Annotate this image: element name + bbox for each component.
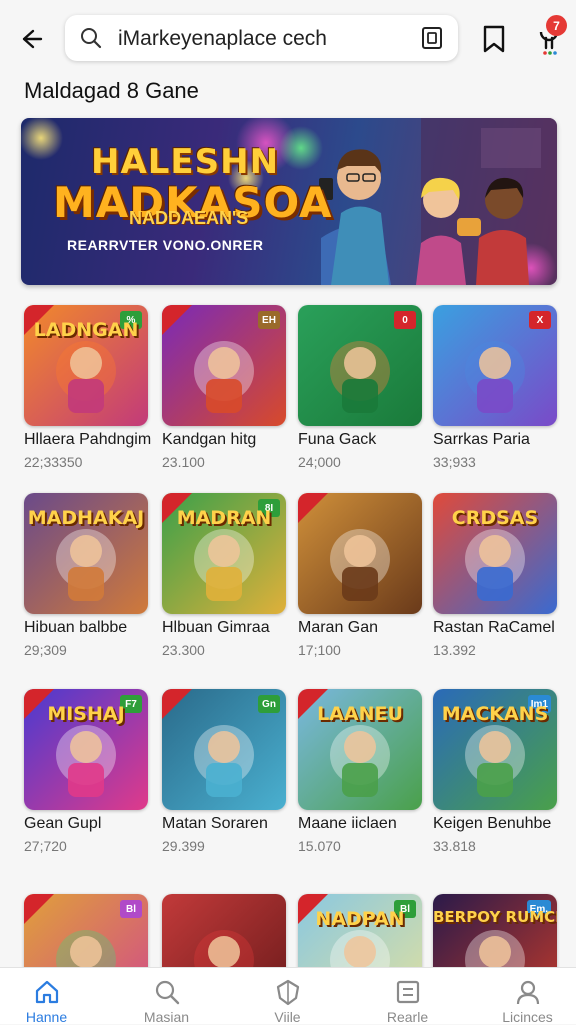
game-name[interactable]: Funa Gack [298, 431, 376, 449]
nav-label: Viile [274, 1009, 301, 1025]
game-art-title: LAANEU [317, 703, 403, 725]
game-art-title: NADPAN [315, 908, 405, 930]
game-name[interactable]: Hibuan balbbe [24, 619, 127, 637]
game-download-count: 17;100 [298, 642, 341, 658]
nav-label: Licinces [502, 1009, 553, 1025]
profile-icon [516, 980, 540, 1005]
scan-icon[interactable] [420, 26, 444, 50]
game-download-count: 22;33350 [24, 454, 83, 470]
game-download-count: 29;309 [24, 642, 67, 658]
game-tag-badge: Gn [258, 695, 280, 713]
game-art-title: CRDSAS [451, 507, 539, 529]
nav-item-document[interactable]: Rearle [350, 968, 465, 1025]
arrow-left-icon [22, 29, 43, 49]
game-tag-badge: Bl [120, 900, 142, 918]
game-thumbnail[interactable]: F7 MISHAJ [24, 689, 148, 810]
game-download-count: 24;000 [298, 454, 341, 470]
game-art-title: MISHAJ [47, 703, 125, 725]
search-icon [155, 980, 180, 1005]
nav-item-shield[interactable]: Viile [230, 968, 345, 1025]
game-name[interactable]: Rastan RaCamel [433, 619, 555, 637]
game-thumbnail[interactable]: % LADNGAN [24, 305, 148, 426]
game-thumbnail[interactable]: LAANEU [298, 689, 422, 810]
shield-icon [276, 979, 300, 1006]
nav-label: Rearle [386, 1009, 429, 1025]
back-button[interactable] [14, 22, 48, 56]
game-name[interactable]: Kandgan hitg [162, 431, 256, 449]
notification-badge: 7 [546, 15, 567, 36]
game-download-count: 23.100 [162, 454, 205, 470]
game-name[interactable]: Gean Gupl [24, 815, 101, 833]
game-art-title: MACKANS [441, 703, 549, 725]
search-input[interactable]: iMarkeyenaplace cech [118, 27, 327, 51]
nav-label: Hanne [25, 1009, 68, 1025]
banner-title-line3: NADDAEAN'S [129, 208, 249, 228]
game-download-count: 13.392 [433, 642, 476, 658]
nav-item-home[interactable]: Hanne [0, 968, 104, 1025]
game-thumbnail[interactable]: Im1 MACKANS [433, 689, 557, 810]
game-download-count: 27;720 [24, 838, 67, 854]
banner-subtitle: REARRVTER VONO.ONRER [67, 237, 264, 253]
home-icon [35, 980, 59, 1004]
corner-ribbon [162, 689, 192, 719]
game-thumbnail[interactable]: Gn [162, 689, 286, 810]
search-bar[interactable]: iMarkeyenaplace cech [65, 15, 458, 61]
bottom-navigation: Hanne Masian Viile Rearle Licinces [0, 967, 576, 1025]
game-download-count: 33;933 [433, 454, 476, 470]
nav-label: Masian [143, 1009, 190, 1025]
game-thumbnail[interactable] [298, 493, 422, 614]
game-thumbnail[interactable]: 0 [298, 305, 422, 426]
game-name[interactable]: Sarrkas Paria [433, 431, 530, 449]
banner-title-line1: HALESHN [91, 142, 280, 182]
game-name[interactable]: Matan Soraren [162, 815, 268, 833]
corner-ribbon [298, 493, 328, 523]
game-download-count: 29.399 [162, 838, 205, 854]
document-icon [396, 980, 420, 1004]
nav-item-search[interactable]: Masian [109, 968, 224, 1025]
game-download-count: 15.070 [298, 838, 341, 854]
status-dots-icon [543, 51, 557, 55]
game-thumbnail[interactable]: X [433, 305, 557, 426]
game-thumbnail[interactable]: EH [162, 305, 286, 426]
corner-ribbon [24, 894, 54, 924]
top-bar: iMarkeyenaplace cech 7 [0, 0, 576, 78]
nav-item-profile[interactable]: Licinces [470, 968, 576, 1025]
game-tag-badge: EH [258, 311, 280, 329]
game-tag-badge: X [529, 311, 551, 329]
corner-ribbon [162, 305, 192, 335]
game-name[interactable]: Hlbuan Gimraa [162, 619, 270, 637]
game-download-count: 23.300 [162, 642, 205, 658]
section-title: Maldagad 8 Gane [24, 78, 199, 103]
game-thumbnail[interactable]: 8I MADRAN [162, 493, 286, 614]
game-download-count: 33.818 [433, 838, 476, 854]
featured-banner[interactable]: HALESHN MADKASOA NADDAEAN'S REARRVTER VO… [21, 118, 557, 285]
game-name[interactable]: Keigen Benuhbe [433, 815, 551, 833]
game-name[interactable]: Hllaera Pahdngim [24, 431, 151, 449]
game-art-title: LADNGAN [33, 319, 139, 341]
search-icon [81, 28, 102, 49]
game-art-title: MADHAKAJ [27, 507, 145, 529]
game-tag-badge: 0 [394, 311, 416, 329]
game-art-title: MADRAN [176, 507, 272, 529]
game-art-title: BERPOY RUMCK [433, 908, 557, 926]
game-thumbnail[interactable]: CRDSAS [433, 493, 557, 614]
game-name[interactable]: Maane iiclaen [298, 815, 397, 833]
game-name[interactable]: Maran Gan [298, 619, 378, 637]
bookmark-icon[interactable] [480, 24, 508, 54]
game-thumbnail[interactable]: MADHAKAJ [24, 493, 148, 614]
